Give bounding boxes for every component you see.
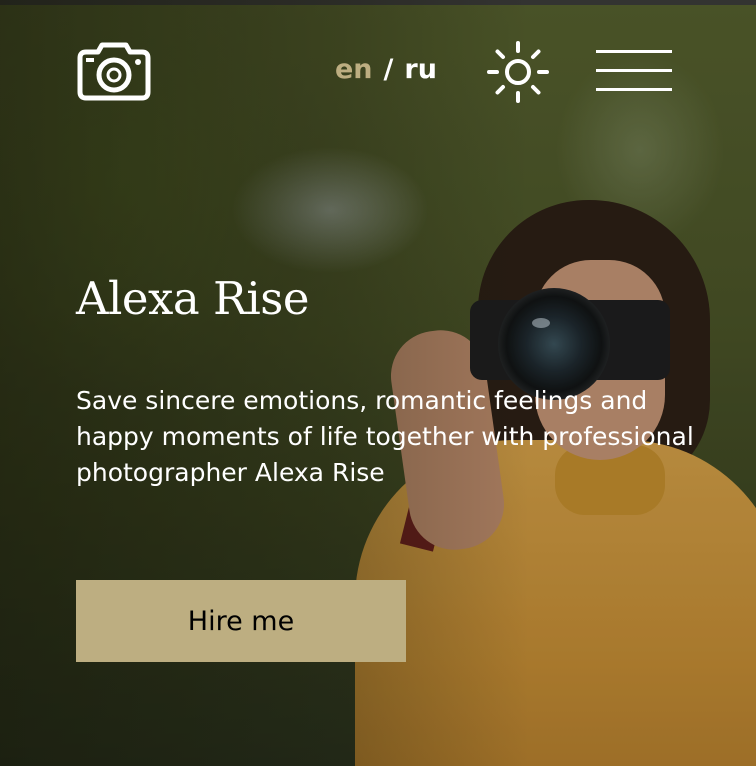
hero-title: Alexa Rise xyxy=(76,272,310,325)
lang-ru-link[interactable]: ru xyxy=(404,54,437,85)
language-switcher: en / ru xyxy=(335,54,437,85)
camera-icon[interactable] xyxy=(76,42,152,102)
hamburger-menu-icon[interactable] xyxy=(596,50,672,92)
sun-icon[interactable] xyxy=(486,40,550,104)
hero-description: Save sincere emotions, romantic feelings… xyxy=(76,386,694,487)
lang-en-link[interactable]: en xyxy=(335,54,373,85)
menu-line xyxy=(596,88,672,91)
menu-line xyxy=(596,69,672,72)
hire-me-button[interactable]: Hire me xyxy=(76,580,406,662)
menu-line xyxy=(596,50,672,53)
lang-separator: / xyxy=(383,54,394,85)
hero-section: en / ru Alexa Rise Save sincere emotions… xyxy=(0,0,756,766)
